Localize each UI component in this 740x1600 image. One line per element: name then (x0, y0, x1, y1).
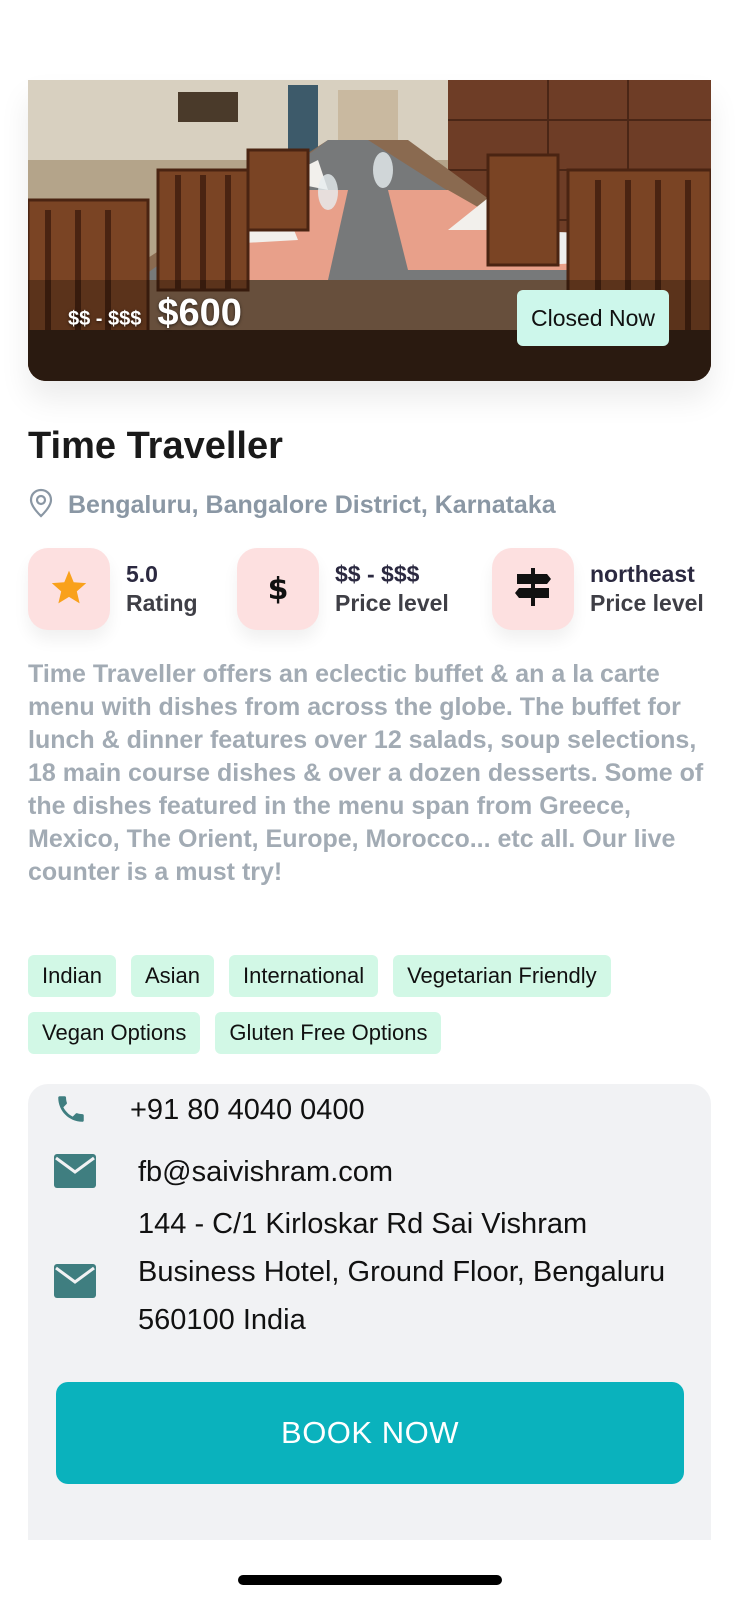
stat-direction: northeast Price level (492, 548, 704, 630)
stat-price-level: $ $$ - $$$ Price level (237, 548, 449, 630)
phone-icon (54, 1092, 88, 1131)
email-address[interactable]: fb@saivishram.com (138, 1148, 393, 1196)
address-line: 144 - C/1 Kirloskar Rd Sai Vishram (138, 1208, 588, 1240)
location-pin-icon (28, 488, 54, 523)
stat-rating: 5.0 Rating (28, 548, 198, 630)
dollar-icon: $ (267, 571, 289, 607)
tag-chip[interactable]: Vegan Options (28, 1012, 201, 1054)
home-indicator[interactable] (238, 1575, 502, 1585)
tag-chip[interactable]: Asian (130, 955, 214, 997)
hero-price-range: $$ - $$$ (68, 308, 142, 330)
status-bar (0, 0, 740, 80)
restaurant-name: Time Traveller (28, 425, 283, 467)
book-now-button[interactable]: BOOK NOW (56, 1382, 684, 1484)
tag-chip[interactable]: Indian (28, 955, 116, 997)
tag-chip[interactable]: Gluten Free Options (215, 1012, 442, 1054)
open-status-badge: Closed Now (517, 290, 669, 346)
hero-price: $$ - $$$ $600 (68, 292, 242, 335)
location-text: Bengaluru, Bangalore District, Karnataka (68, 491, 556, 519)
address-row[interactable]: 144 - C/1 Kirloskar Rd Sai Vishram Busin… (28, 1200, 665, 1344)
contact-card: +91 80 4040 0400 fb@saivishram.com 144 -… (28, 1084, 711, 1540)
stats-row: 5.0 Rating $ $$ - $$$ Price level northe… (28, 548, 713, 630)
tag-chip[interactable]: Vegetarian Friendly (393, 955, 611, 997)
email-row[interactable]: fb@saivishram.com (28, 1148, 393, 1196)
phone-number[interactable]: +91 80 4040 0400 (130, 1086, 365, 1134)
phone-row[interactable]: +91 80 4040 0400 (28, 1086, 365, 1134)
cuisine-tags: Indian Asian International Vegetarian Fr… (28, 955, 718, 1054)
mail-icon (54, 1264, 96, 1303)
restaurant-photo[interactable]: $$ - $$$ $600 Closed Now (28, 80, 711, 381)
tag-chip[interactable]: International (229, 955, 379, 997)
stat-label: Rating (126, 590, 198, 616)
stat-badge (28, 548, 110, 630)
mail-icon (54, 1154, 96, 1193)
stat-badge: $ (237, 548, 319, 630)
hero-price-amount: $600 (157, 292, 242, 334)
location-row[interactable]: Bengaluru, Bangalore District, Karnataka (28, 488, 556, 523)
stat-value: northeast (590, 561, 695, 587)
stat-value: $$ - $$$ (335, 561, 420, 587)
stat-label: Price level (590, 590, 704, 616)
stat-value: 5.0 (126, 561, 158, 587)
restaurant-description: Time Traveller offers an eclectic buffet… (28, 660, 704, 886)
stat-badge (492, 548, 574, 630)
address-line: 560100 India (138, 1304, 306, 1336)
stat-label: Price level (335, 590, 449, 616)
address-line: Business Hotel, Ground Floor, Bengaluru (138, 1256, 666, 1288)
signpost-icon (513, 566, 553, 613)
star-icon (50, 569, 88, 610)
